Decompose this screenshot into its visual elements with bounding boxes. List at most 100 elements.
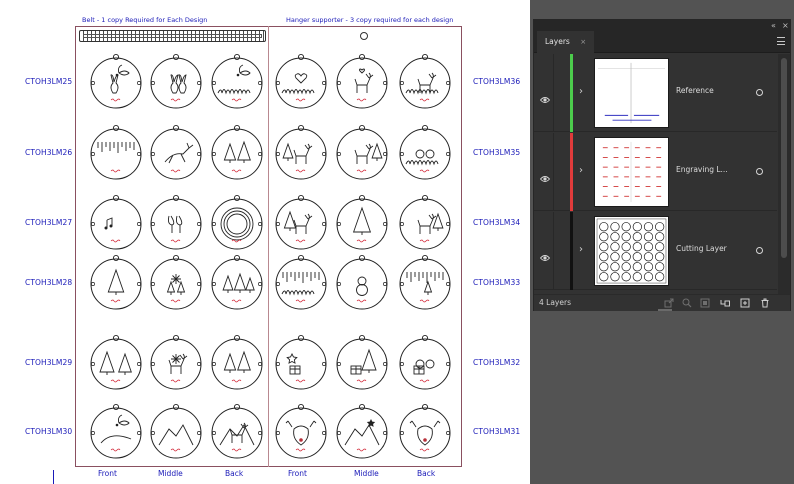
layer-thumbnail [594, 58, 669, 128]
column-label: Front [288, 469, 307, 478]
ornament-icy-forest [398, 254, 452, 312]
target-circle-icon[interactable] [756, 89, 763, 96]
layer-count: 4 Layers [539, 298, 571, 307]
ornament-stag-in-trees [335, 124, 389, 182]
ornament-heart-and-branches [274, 53, 328, 111]
collapse-panel-icon[interactable]: « [771, 20, 776, 31]
new-layer-icon[interactable] [740, 298, 750, 308]
row-label-left: CTOH3LM25 [25, 77, 73, 86]
panel-titlebar[interactable]: « × [534, 20, 790, 31]
export-icon[interactable] [664, 298, 674, 308]
row-label-right: CTOH3LM36 [473, 77, 521, 86]
hanger-header-label: Hanger supporter - 3 copy required for e… [286, 16, 454, 24]
expand-arrow-icon[interactable]: › [579, 243, 583, 257]
row-label-right: CTOH3LM32 [473, 358, 521, 367]
column-label: Middle [354, 469, 379, 478]
belt-header-label: Belt - 1 copy Required for Each Design [82, 16, 208, 24]
ornament-holly-and-grass [210, 53, 264, 111]
scrollbar-thumb[interactable] [781, 58, 787, 258]
column-label: Back [225, 469, 244, 478]
ornament-wreath-rings [210, 194, 264, 252]
panel-resize-grip[interactable] [658, 309, 672, 311]
ornament-frosty-snowscape [274, 254, 328, 312]
visibility-toggle[interactable] [534, 54, 554, 132]
ornament-pine-and-gift [335, 334, 389, 392]
layer-row[interactable]: › Engraving L... [534, 133, 777, 211]
column-label: Middle [158, 469, 183, 478]
layer-color-bar [570, 212, 573, 290]
ornament-icicles [89, 124, 143, 182]
layer-row[interactable]: › Reference [534, 54, 777, 132]
layer-thumbnail [594, 216, 669, 286]
ornament-pine-trees [210, 334, 264, 392]
target-circle-icon[interactable] [756, 247, 763, 254]
row-label-right: CTOH3LM35 [473, 148, 521, 157]
layers-panel: « × Layers × › Reference › Engraving L... ›… [533, 19, 791, 311]
close-panel-icon[interactable]: × [782, 20, 789, 31]
ornament-snowman [335, 254, 389, 312]
layer-thumbnail [594, 137, 669, 207]
ornament-mountain-and-star [335, 403, 389, 461]
expand-arrow-icon[interactable]: › [579, 164, 583, 178]
ornament-pine-tree [89, 254, 143, 312]
visibility-toggle[interactable] [534, 133, 554, 211]
ornament-bunny-and-holly [89, 53, 143, 111]
ornament-baubles-and-gift [398, 334, 452, 392]
ornament-deer-in-pines [398, 194, 452, 252]
ornament-star-and-gift [274, 334, 328, 392]
row-label-left: CTOH3LM30 [25, 427, 73, 436]
hanger-loop [360, 32, 368, 40]
sublayer-icon[interactable] [720, 298, 730, 308]
eye-icon[interactable] [539, 168, 551, 182]
row-label-right: CTOH3LM34 [473, 218, 521, 227]
ornament-fawn-in-grass [398, 53, 452, 111]
belt-strip [79, 30, 266, 42]
row-label-right: CTOH3LM33 [473, 278, 521, 287]
row-label-left: CTOH3LM27 [25, 218, 73, 227]
row-label-right: CTOH3LM31 [473, 427, 521, 436]
ornament-reindeer-face [398, 403, 452, 461]
panel-tabbar: Layers × [534, 31, 790, 53]
ornament-reindeer-in-snow [210, 403, 264, 461]
sheet-divider [268, 26, 269, 467]
ornament-wine-glasses [149, 194, 203, 252]
row-label-left: CTOH3LM28 [25, 278, 73, 287]
ornament-snowflake-and-trees [149, 254, 203, 312]
layer-color-bar [570, 54, 573, 132]
target-circle-icon[interactable] [756, 168, 763, 175]
ornament-reindeer-and-snowflake [149, 334, 203, 392]
ornament-two-bunnies [149, 53, 203, 111]
panel-menu-icon[interactable] [777, 37, 785, 45]
ornament-pine-forest [210, 254, 264, 312]
layer-name[interactable]: Engraving L... [676, 165, 728, 174]
tab-layers-label: Layers [545, 37, 570, 46]
row-label-left: CTOH3LM29 [25, 358, 73, 367]
artboard[interactable]: Belt - 1 copy Required for Each Design H… [0, 0, 530, 484]
ornament-tree-line [89, 334, 143, 392]
ornament-stag-in-forest [274, 124, 328, 182]
layer-row[interactable]: › Cutting Layer [534, 212, 777, 290]
ornament-reindeer-face [274, 403, 328, 461]
ornament-pine-trees [210, 124, 264, 182]
search-icon[interactable] [682, 298, 692, 308]
visibility-toggle[interactable] [534, 212, 554, 290]
expand-arrow-icon[interactable]: › [579, 85, 583, 99]
clipping-mask-icon[interactable] [700, 298, 710, 308]
row-label-left: CTOH3LM26 [25, 148, 73, 157]
layer-list-scrollbar[interactable] [778, 54, 790, 294]
tab-layers[interactable]: Layers × [537, 31, 595, 53]
ornament-holly-branch [89, 403, 143, 461]
ornament-mountains [149, 403, 203, 461]
layer-name[interactable]: Reference [676, 86, 714, 95]
tab-close-icon[interactable]: × [580, 38, 586, 46]
layer-name[interactable]: Cutting Layer [676, 244, 727, 253]
eye-icon[interactable] [539, 247, 551, 261]
ornament-leaping-deer [149, 124, 203, 182]
eye-icon[interactable] [539, 89, 551, 103]
column-label: Back [417, 469, 436, 478]
delete-icon[interactable] [760, 298, 770, 308]
layer-color-bar [570, 133, 573, 211]
ornament-single-pine [335, 194, 389, 252]
ornament-grass-and-bells [398, 124, 452, 182]
text-cursor [53, 470, 54, 484]
